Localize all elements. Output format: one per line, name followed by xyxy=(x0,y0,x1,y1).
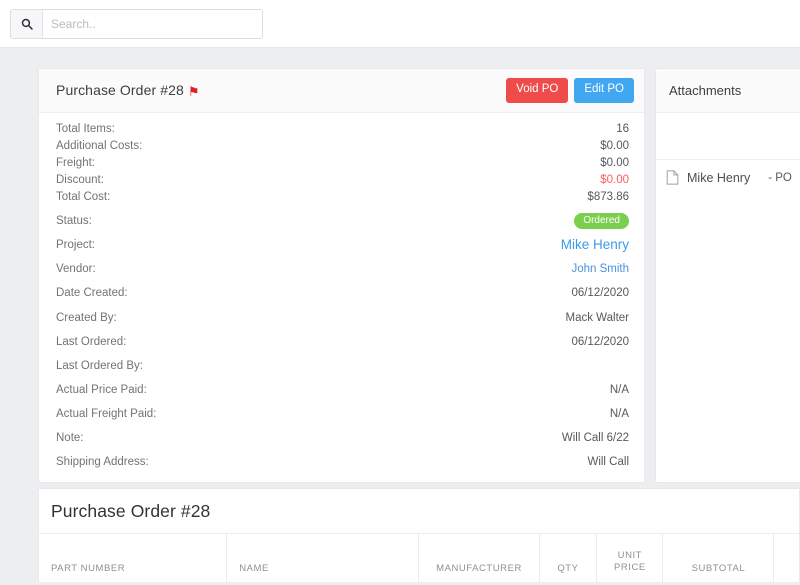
detail-row: Status: Ordered xyxy=(56,213,629,231)
detail-value: 16 xyxy=(616,123,629,135)
detail-row: Actual Freight Paid: N/A xyxy=(56,408,629,424)
attachment-name: Mike Henry xyxy=(687,170,751,185)
table-header-row: PART NUMBER NAME MANUFACTURER QTY UNIT PRICE S… xyxy=(39,534,799,582)
column-header[interactable] xyxy=(773,534,799,582)
file-icon xyxy=(666,170,679,185)
detail-row: Freight: $0.00 xyxy=(56,157,629,173)
purchase-order-items-table: PART NUMBER NAME MANUFACTURER QTY UNIT PRICE S… xyxy=(39,534,799,582)
search-icon[interactable] xyxy=(11,10,43,38)
detail-label: Total Items: xyxy=(56,123,115,135)
detail-label: Total Cost: xyxy=(56,191,111,203)
column-header[interactable]: SUBTOTAL xyxy=(662,534,775,582)
detail-label: Freight: xyxy=(56,157,95,169)
detail-label: Discount: xyxy=(56,174,104,186)
status-badge: Ordered xyxy=(574,213,629,229)
detail-value: 06/12/2020 xyxy=(571,287,629,299)
detail-row: Note: Will Call 6/22 xyxy=(56,432,629,448)
edit-po-button[interactable]: Edit PO xyxy=(574,78,634,103)
items-section-title-text: Purchase Order #28 xyxy=(51,501,211,521)
detail-label: Actual Price Paid: xyxy=(56,384,147,396)
page-title: Purchase Order #28 ⚑ xyxy=(56,82,200,98)
detail-label: Shipping Address: xyxy=(56,456,149,468)
purchase-order-items-card: Purchase Order #28 PART NUMBER NAME MANUFA… xyxy=(38,488,800,582)
detail-label: Vendor: xyxy=(56,263,96,275)
detail-value: $0.00 xyxy=(600,174,629,186)
detail-row: Last Ordered: 06/12/2020 xyxy=(56,336,629,352)
detail-value: N/A xyxy=(609,408,629,420)
card-header-actions: Void PO Edit PO xyxy=(506,78,634,103)
detail-row: Total Cost: $873.86 xyxy=(56,191,629,207)
detail-row: Last Ordered By: xyxy=(56,360,629,376)
detail-row: Project: Mike Henry xyxy=(56,237,629,255)
search-input[interactable] xyxy=(43,10,262,38)
detail-row: Total Items: 16 xyxy=(56,123,629,139)
attachments-header: Attachments xyxy=(656,69,800,113)
void-po-button[interactable]: Void PO xyxy=(506,78,569,103)
card-header: Purchase Order #28 ⚑ Void PO Edit PO xyxy=(39,69,644,113)
items-section-title: Purchase Order #28 xyxy=(39,489,799,534)
page-background: Purchase Order #28 ⚑ Void PO Edit PO Tota… xyxy=(0,48,800,585)
column-header[interactable]: UNIT PRICE xyxy=(596,534,664,582)
detail-label: Status: xyxy=(56,215,92,227)
detail-value: $0.00 xyxy=(600,157,629,169)
detail-value: $0.00 xyxy=(600,140,629,152)
red-flag-icon: ⚑ xyxy=(187,84,200,99)
detail-label: Last Ordered: xyxy=(56,336,127,348)
card-title-text: Purchase Order #28 xyxy=(56,82,184,98)
attachments-card: Attachments Mike Henry - PO xyxy=(655,68,800,483)
detail-label: Project: xyxy=(56,239,95,251)
detail-label: Note: xyxy=(56,432,84,444)
detail-value-link[interactable]: Mike Henry xyxy=(561,237,629,252)
detail-label: Date Created: xyxy=(56,287,128,299)
detail-value: Will Call 6/22 xyxy=(561,432,629,444)
detail-label: Last Ordered By: xyxy=(56,360,143,372)
detail-value: Mack Walter xyxy=(565,312,629,324)
purchase-order-detail-card: Purchase Order #28 ⚑ Void PO Edit PO Tota… xyxy=(38,68,645,483)
detail-value-link[interactable]: John Smith xyxy=(571,263,629,275)
detail-row: Created By: Mack Walter xyxy=(56,312,629,328)
detail-value: 06/12/2020 xyxy=(571,336,629,348)
detail-row: Date Created: 06/12/2020 xyxy=(56,287,629,303)
detail-row: Additional Costs: $0.00 xyxy=(56,140,629,156)
column-header[interactable]: PART NUMBER xyxy=(39,534,228,582)
detail-row: Discount: $0.00 xyxy=(56,174,629,190)
detail-row: Shipping Address: Will Call xyxy=(56,456,629,472)
search-bar xyxy=(10,9,263,39)
attachments-title: Attachments xyxy=(669,83,742,98)
detail-label: Additional Costs: xyxy=(56,140,143,152)
detail-value: N/A xyxy=(609,384,629,396)
top-bar xyxy=(0,0,800,48)
column-header[interactable]: MANUFACTURER xyxy=(418,534,540,582)
detail-value: Will Call xyxy=(587,456,629,468)
attachment-suffix: - PO xyxy=(768,171,792,184)
detail-value: $873.86 xyxy=(587,191,629,203)
detail-label: Created By: xyxy=(56,312,117,324)
detail-label: Actual Freight Paid: xyxy=(56,408,157,420)
detail-row: Actual Price Paid: N/A xyxy=(56,384,629,400)
column-header[interactable]: NAME xyxy=(226,534,420,582)
detail-row: Vendor: John Smith xyxy=(56,263,629,279)
column-header[interactable]: QTY xyxy=(539,534,598,582)
attachment-list-item[interactable]: Mike Henry - PO xyxy=(656,159,800,195)
